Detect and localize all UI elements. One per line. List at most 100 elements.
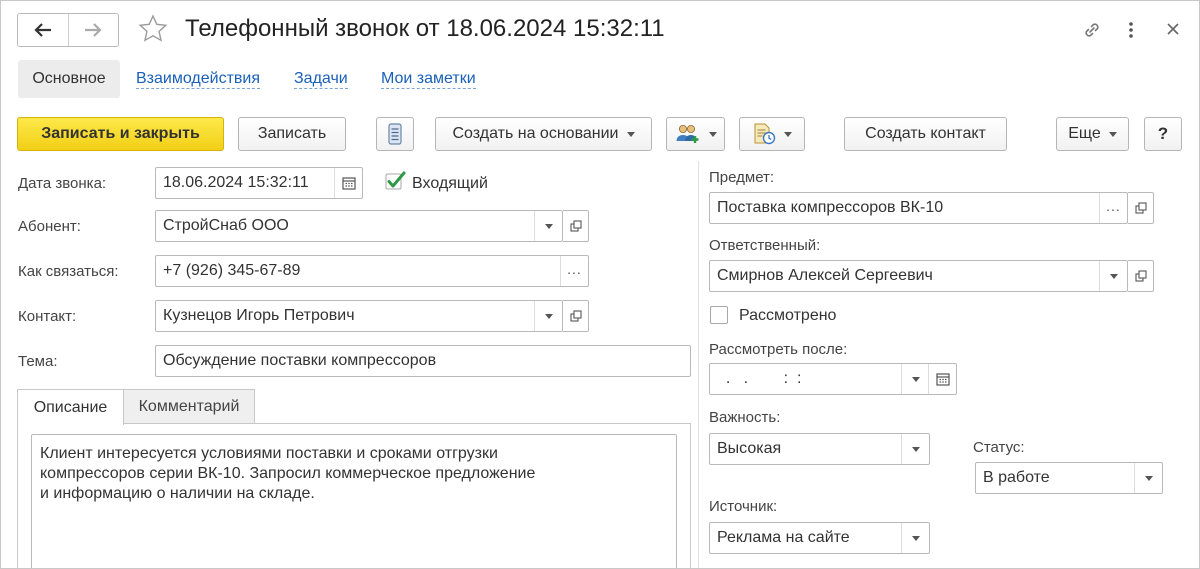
incoming-label: Входящий bbox=[412, 175, 488, 192]
document-list-button[interactable] bbox=[376, 117, 414, 151]
contact-value: Кузнецов Игорь Петрович bbox=[163, 307, 355, 324]
call-date-value: 18.06.2024 15:32:11 bbox=[163, 174, 309, 191]
subject-label: Предмет: bbox=[709, 169, 775, 186]
forward-button[interactable] bbox=[67, 14, 119, 46]
review-after-label: Рассмотреть после: bbox=[709, 341, 848, 358]
open-window-icon bbox=[569, 310, 582, 322]
how-contact-field[interactable]: +7 (926) 345-67-89 ... bbox=[155, 255, 589, 287]
how-contact-label: Как связаться: bbox=[18, 263, 119, 280]
create-based-on-label: Создать на основании bbox=[452, 125, 619, 142]
review-after-field[interactable]: . . : : bbox=[709, 363, 957, 395]
create-based-on-button[interactable]: Создать на основании bbox=[435, 117, 652, 151]
create-contact-button[interactable]: Создать контакт bbox=[844, 117, 1007, 151]
tab-description[interactable]: Описание bbox=[17, 389, 124, 425]
calendar-icon bbox=[341, 177, 356, 190]
importance-label: Важность: bbox=[709, 409, 781, 426]
description-line: компрессоров серии ВК-10. Запросил комме… bbox=[40, 465, 536, 482]
chevron-down-icon bbox=[1109, 273, 1118, 279]
responsible-dropdown-button[interactable] bbox=[1099, 261, 1127, 291]
document-list-icon bbox=[388, 123, 402, 145]
add-users-icon bbox=[676, 125, 698, 143]
subscriber-open-button[interactable] bbox=[563, 210, 589, 242]
chevron-down-icon bbox=[544, 223, 553, 229]
tab-comment[interactable]: Комментарий bbox=[123, 389, 255, 424]
subject-open-button[interactable] bbox=[1128, 192, 1154, 224]
chevron-down-icon bbox=[544, 313, 553, 319]
documents-menu-button[interactable] bbox=[739, 117, 805, 151]
responsible-field[interactable]: Смирнов Алексей Сергеевич bbox=[709, 260, 1128, 292]
review-after-dropdown-button[interactable] bbox=[901, 364, 929, 394]
tab-interactions[interactable]: Взаимодействия bbox=[136, 69, 260, 89]
help-button[interactable]: ? bbox=[1144, 117, 1182, 151]
importance-dropdown-button[interactable] bbox=[901, 434, 929, 464]
importance-field[interactable]: Высокая bbox=[709, 433, 930, 465]
open-window-icon bbox=[1134, 202, 1147, 214]
description-textarea[interactable]: Клиент интересуется условиями поставки и… bbox=[31, 434, 677, 568]
tab-my-notes[interactable]: Мои заметки bbox=[381, 69, 476, 89]
help-label: ? bbox=[1157, 124, 1169, 143]
tab-main[interactable]: Основное bbox=[18, 60, 120, 98]
source-value: Реклама на сайте bbox=[717, 529, 850, 546]
open-window-icon bbox=[1134, 270, 1147, 282]
source-label: Источник: bbox=[709, 498, 778, 515]
create-contact-label: Создать контакт bbox=[865, 125, 986, 142]
chevron-down-icon bbox=[911, 535, 920, 541]
link-icon[interactable] bbox=[1081, 19, 1103, 41]
chevron-down-icon bbox=[911, 376, 920, 382]
subject-field[interactable]: Поставка компрессоров ВК-10 ... bbox=[709, 192, 1128, 224]
description-line: Клиент интересуется условиями поставки и… bbox=[40, 445, 498, 462]
subject-select-button[interactable]: ... bbox=[1099, 193, 1127, 223]
chevron-down-icon bbox=[784, 131, 792, 137]
contact-label: Контакт: bbox=[18, 308, 77, 325]
subscriber-field[interactable]: СтройСнаб ООО bbox=[155, 210, 563, 242]
subscriber-dropdown-button[interactable] bbox=[534, 211, 562, 241]
contact-field[interactable]: Кузнецов Игорь Петрович bbox=[155, 300, 563, 332]
calendar-icon bbox=[935, 373, 950, 386]
subscriber-label: Абонент: bbox=[18, 218, 81, 235]
topic-field[interactable]: Обсуждение поставки компрессоров bbox=[155, 345, 691, 377]
more-vertical-icon[interactable] bbox=[1125, 19, 1137, 41]
form-window: Телефонный звонок от 18.06.2024 15:32:11… bbox=[0, 0, 1200, 569]
contact-open-button[interactable] bbox=[563, 300, 589, 332]
subject-value: Поставка компрессоров ВК-10 bbox=[717, 199, 944, 216]
importance-value: Высокая bbox=[717, 440, 782, 457]
document-clock-icon bbox=[754, 123, 776, 145]
review-after-calendar-button[interactable] bbox=[928, 364, 956, 394]
save-and-close-button[interactable]: Записать и закрыть bbox=[17, 117, 224, 151]
incoming-checkbox[interactable] bbox=[385, 171, 407, 191]
source-dropdown-button[interactable] bbox=[901, 523, 929, 553]
tab-tasks[interactable]: Задачи bbox=[294, 69, 348, 89]
page-title: Телефонный звонок от 18.06.2024 15:32:11 bbox=[185, 15, 665, 42]
source-field[interactable]: Реклама на сайте bbox=[709, 522, 930, 554]
call-date-field[interactable]: 18.06.2024 15:32:11 bbox=[155, 167, 363, 199]
topic-value: Обсуждение поставки компрессоров bbox=[163, 352, 437, 369]
calendar-button[interactable] bbox=[334, 168, 362, 198]
responsible-open-button[interactable] bbox=[1128, 260, 1154, 292]
subscriber-value: СтройСнаб ООО bbox=[163, 217, 289, 234]
ellipsis-icon: ... bbox=[567, 261, 582, 277]
status-field[interactable]: В работе bbox=[975, 462, 1163, 494]
chevron-down-icon bbox=[1144, 475, 1153, 481]
status-label: Статус: bbox=[973, 439, 1025, 456]
more-button[interactable]: Еще bbox=[1056, 117, 1129, 151]
chevron-down-icon bbox=[911, 446, 920, 452]
review-after-value: . . : : bbox=[717, 370, 802, 387]
reviewed-checkbox[interactable] bbox=[710, 306, 728, 324]
nav-buttons bbox=[17, 13, 119, 47]
description-line: и информацию о наличии на складе. bbox=[40, 485, 315, 502]
chevron-down-icon bbox=[708, 131, 717, 137]
close-icon[interactable] bbox=[1165, 21, 1181, 37]
contacts-menu-button[interactable] bbox=[666, 117, 725, 151]
back-button[interactable] bbox=[18, 14, 68, 46]
ellipsis-icon: ... bbox=[1106, 198, 1121, 214]
chevron-down-icon bbox=[1108, 131, 1117, 137]
save-button[interactable]: Записать bbox=[238, 117, 346, 151]
how-contact-select-button[interactable]: ... bbox=[560, 256, 588, 286]
responsible-label: Ответственный: bbox=[709, 237, 821, 254]
responsible-value: Смирнов Алексей Сергеевич bbox=[717, 267, 933, 284]
save-label: Записать bbox=[257, 125, 327, 142]
favorite-star-icon[interactable] bbox=[137, 13, 169, 45]
contact-dropdown-button[interactable] bbox=[534, 301, 562, 331]
reviewed-label: Рассмотрено bbox=[739, 307, 837, 324]
status-dropdown-button[interactable] bbox=[1134, 463, 1162, 493]
